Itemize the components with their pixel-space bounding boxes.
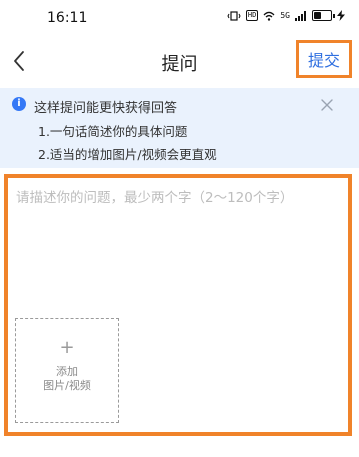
close-tip-button[interactable]	[318, 96, 336, 114]
nav-bar: 提问 提交	[0, 36, 359, 86]
add-media-label: 添加 图片/视频	[16, 365, 118, 393]
battery-icon	[312, 10, 335, 21]
hd-icon: HD	[245, 10, 259, 21]
tip-title: 这样提问能更快获得回答	[34, 101, 178, 116]
vibrate-icon	[227, 10, 241, 21]
add-media-button[interactable]: + 添加 图片/视频	[15, 318, 119, 423]
status-bar: 16:11 HD 5G	[0, 0, 359, 36]
add-media-label-line1: 添加	[56, 365, 78, 378]
status-time: 16:11	[47, 10, 88, 26]
tip-banner: i 这样提问能更快获得回答 1.一句话简述你的具体问题 2.适当的增加图片/视频…	[0, 88, 359, 168]
question-editor: + 添加 图片/视频	[4, 174, 352, 436]
bottom-area	[0, 436, 359, 457]
info-icon: i	[12, 97, 26, 111]
status-icons: HD 5G	[227, 10, 345, 21]
charging-icon	[337, 10, 345, 21]
plus-icon: +	[59, 337, 75, 358]
wifi-icon	[263, 11, 275, 21]
network-label: 5G	[280, 10, 290, 20]
tip-line-2: 2.适当的增加图片/视频会更直观	[38, 147, 217, 162]
signal-icon	[295, 10, 306, 21]
add-media-label-line2: 图片/视频	[43, 379, 91, 392]
close-icon	[321, 99, 333, 111]
tip-line-1: 1.一句话简述你的具体问题	[38, 124, 188, 139]
submit-button[interactable]: 提交	[296, 40, 352, 78]
question-input[interactable]	[16, 186, 341, 296]
